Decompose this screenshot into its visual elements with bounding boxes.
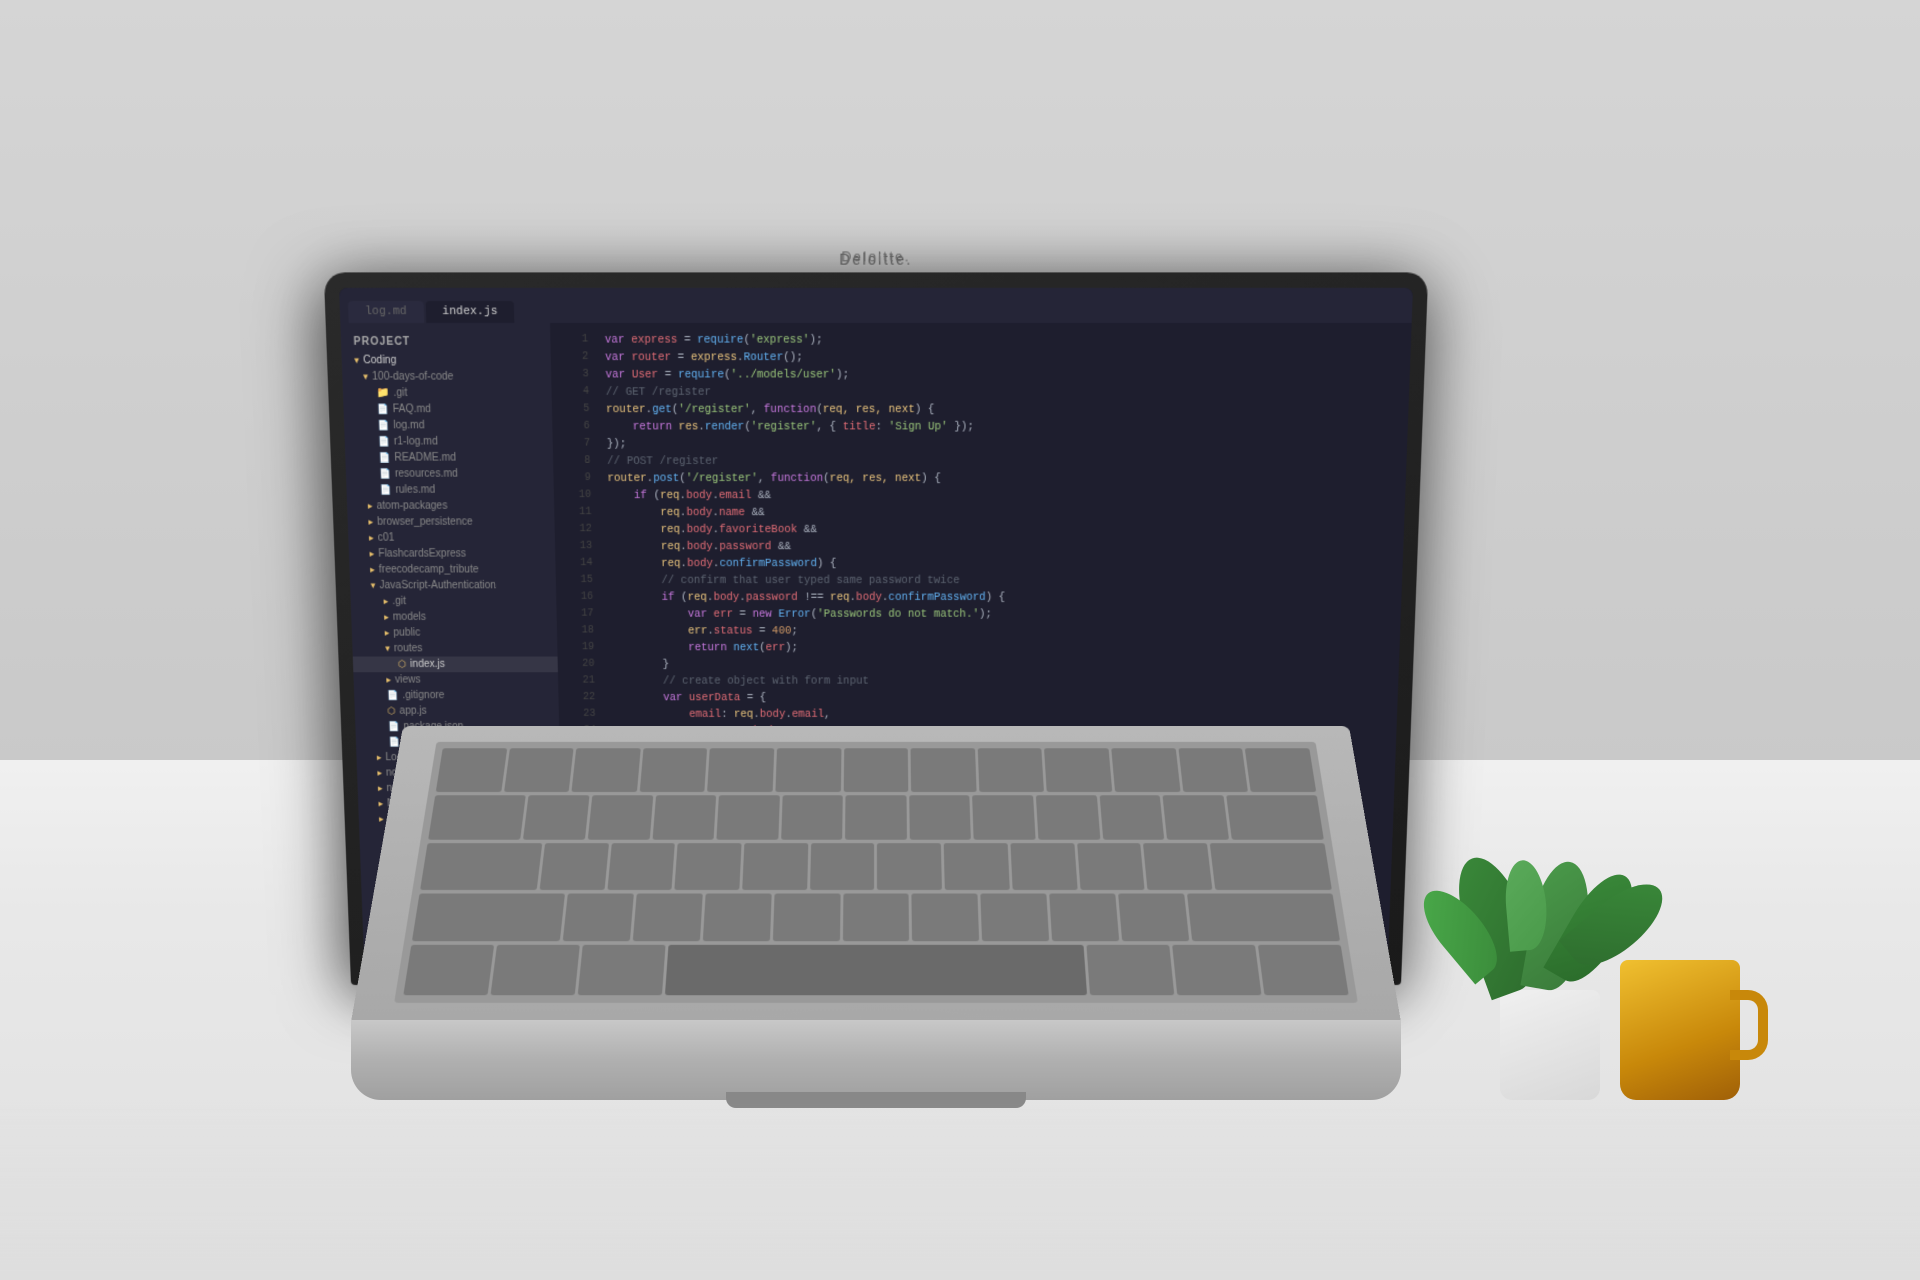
sidebar-item-label: JavaScript-Authentication <box>379 580 496 592</box>
sidebar-item-public[interactable]: ▸ public <box>352 625 558 641</box>
sidebar-item-gitignore[interactable]: 📄 .gitignore <box>354 688 559 704</box>
sidebar-item-label: resources.md <box>395 468 458 480</box>
keyboard-keys <box>394 742 1358 1003</box>
sidebar-item-faq[interactable]: 📄 FAQ.md <box>343 401 552 417</box>
sidebar-title: Project <box>341 332 551 353</box>
sidebar-item-coding[interactable]: ▾ Coding <box>341 352 551 368</box>
tab-log-md[interactable]: log.md <box>348 301 424 323</box>
sidebar-item-fcc[interactable]: ▸ freecodecamp_tribute <box>349 562 556 578</box>
plant-leaves <box>1460 730 1640 990</box>
sidebar-item-label: app.js <box>399 705 427 716</box>
sidebar-item-label: README.md <box>394 452 456 464</box>
sidebar-item-readme1[interactable]: 📄 README.md <box>345 450 553 466</box>
sidebar-item-resources[interactable]: 📄 resources.md <box>346 466 554 482</box>
sidebar-item-label: log.md <box>393 420 425 432</box>
sidebar-item-views[interactable]: ▸ views <box>353 672 558 688</box>
sidebar-item-label: c01 <box>378 532 395 544</box>
sidebar-item-label: views <box>395 674 421 685</box>
sidebar-item-log[interactable]: 📄 log.md <box>344 418 553 434</box>
sidebar-item-label: rules.md <box>395 484 435 496</box>
sidebar-item-label: index.js <box>410 659 445 670</box>
sidebar-item-label: .git <box>392 596 406 608</box>
keyboard <box>351 726 1401 1022</box>
plant-pot <box>1500 990 1600 1100</box>
sidebar-item-label: freecodecamp_tribute <box>379 564 479 576</box>
sidebar-item-flashcards[interactable]: ▸ FlashcardsExpress <box>349 546 556 562</box>
sidebar-item-label: public <box>393 627 420 639</box>
sidebar-item-atom[interactable]: ▸ atom-packages <box>347 498 554 514</box>
sidebar-item-label: r1-log.md <box>394 436 438 448</box>
tab-index-js[interactable]: index.js <box>425 301 515 323</box>
sidebar-item-label: FAQ.md <box>393 403 432 415</box>
sidebar-item-r1log[interactable]: 📄 r1-log.md <box>344 434 552 450</box>
sidebar-item-c01[interactable]: ▸ c01 <box>348 530 555 546</box>
sidebar-item-label: atom-packages <box>376 500 447 512</box>
sidebar-item-label: models <box>393 611 426 623</box>
sidebar-item-label: Coding <box>363 355 397 367</box>
sidebar-item-routes[interactable]: ▾ routes <box>352 641 557 657</box>
sidebar-item-appjs[interactable]: ⬡ app.js <box>355 703 559 719</box>
sidebar-item-indexjs[interactable]: ⬡ index.js <box>353 657 558 673</box>
sidebar-item-models[interactable]: ▸ models <box>351 609 557 625</box>
sidebar-item-label: routes <box>394 643 423 655</box>
mug-body <box>1620 960 1740 1100</box>
sidebar-item-label: .gitignore <box>402 690 444 701</box>
yellow-mug <box>1620 960 1740 1100</box>
sidebar-item-jsauth[interactable]: ▾ JavaScript-Authentication <box>350 578 556 594</box>
sidebar-item-rules[interactable]: 📄 rules.md <box>346 482 554 498</box>
sidebar-item-git2[interactable]: ▸ .git <box>350 594 556 610</box>
sidebar-item-label: FlashcardsExpress <box>378 548 466 560</box>
sidebar-item-label: .git <box>393 387 407 399</box>
table-reflection <box>0 1100 1920 1280</box>
sidebar-item-git1[interactable]: 📁 .git <box>343 385 552 401</box>
sidebar-item-label: browser_persistence <box>377 516 473 528</box>
tab-bar: log.md index.js <box>339 288 1413 323</box>
sidebar-item-label: 100-days-of-code <box>372 371 454 383</box>
laptop-base <box>351 1020 1401 1100</box>
sidebar-item-100days[interactable]: ▾ 100-days-of-code <box>342 369 551 385</box>
scene: Deloitte. log.md index.js Project <box>0 0 1920 1280</box>
brand-label: Deloitte. <box>841 248 910 265</box>
plant <box>1500 990 1600 1100</box>
sidebar-item-browser[interactable]: ▸ browser_persistence <box>347 514 554 530</box>
